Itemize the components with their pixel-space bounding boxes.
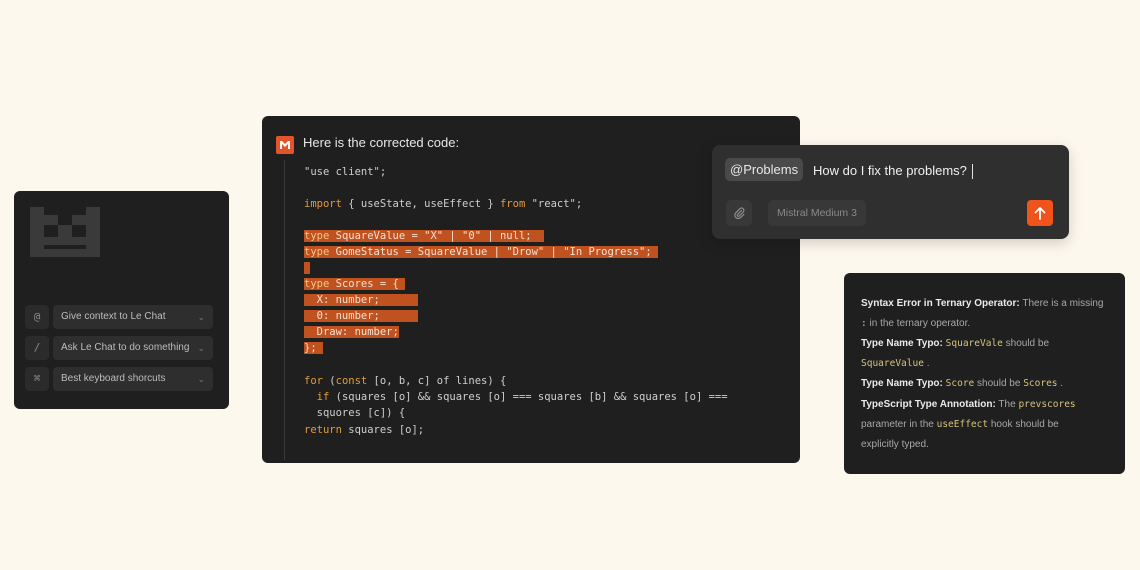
chevron-down-icon: ⌄ xyxy=(197,374,205,384)
code-line: "use client"; xyxy=(304,166,387,178)
slash-icon: / xyxy=(25,336,49,360)
chat-input-box[interactable]: @Problems How do I fix the problems? Mis… xyxy=(712,145,1069,239)
problem-item-cont: : in the ternary operator. xyxy=(861,318,971,329)
problem-item: Type Name Typo: Score should be Scores . xyxy=(861,378,1064,389)
problems-panel: Syntax Error in Ternary Operator: There … xyxy=(844,273,1125,474)
mistral-logo-icon xyxy=(276,136,294,154)
code-line: if (squares [o] && squares [o] === squar… xyxy=(304,391,728,403)
code-line-highlighted xyxy=(304,261,311,275)
code-line: import { useState, useEffect } from "rea… xyxy=(304,198,583,210)
shortcut-row-keyboard[interactable]: ⌘ Best keyboard shorcuts ⌄ xyxy=(25,367,215,391)
code-line-highlighted: Draw: number; xyxy=(304,326,399,338)
code-line: for (const [o, b, c] of lines) { xyxy=(304,375,507,387)
code-line-highlighted: type GomeStatus = SquareValue | "Drow" |… xyxy=(304,245,659,259)
shortcut-label: Ask Le Chat to do something xyxy=(61,342,190,353)
problem-item: TypeScript Type Annotation: The prevscor… xyxy=(861,399,1076,410)
problem-item: Type Name Typo: SquareVale should be xyxy=(861,338,1050,349)
shortcuts-panel: @ Give context to Le Chat ⌄ / Ask Le Chat… xyxy=(14,191,229,409)
problem-item: Syntax Error in Ternary Operator: There … xyxy=(861,298,1104,309)
chevron-down-icon: ⌄ xyxy=(197,312,205,322)
model-selector[interactable]: Mistral Medium 3 xyxy=(768,200,866,226)
shortcut-row-context[interactable]: @ Give context to Le Chat ⌄ xyxy=(25,305,215,329)
code-line-highlighted: X: number; xyxy=(304,293,418,307)
code-line: return squares [o]; xyxy=(304,424,425,436)
shortcut-label: Best keyboard shorcuts xyxy=(61,373,166,384)
mistral-logo-icon xyxy=(30,207,100,257)
problem-item-cont: parameter in the useEffect hook should b… xyxy=(861,419,1059,430)
keyboard-icon: ⌘ xyxy=(25,367,49,391)
paperclip-icon xyxy=(734,207,745,220)
prompt-text: How do I fix the problems? xyxy=(813,163,967,178)
code-line-highlighted: }; xyxy=(304,341,323,355)
mention-chip[interactable]: @Problems xyxy=(725,158,804,181)
keyboard-shortcuts-button[interactable]: Best keyboard shorcuts ⌄ xyxy=(53,367,213,391)
code-line: squores [c]) { xyxy=(304,407,406,419)
code-divider xyxy=(284,160,285,460)
code-line-highlighted: 0: number; xyxy=(304,309,418,323)
code-line-highlighted: type Scores = { xyxy=(304,277,406,291)
response-header: Here is the corrected code: xyxy=(303,135,460,150)
arrow-up-icon xyxy=(1034,207,1046,220)
problem-item-cont: SquareValue . xyxy=(861,358,930,369)
code-line-highlighted: type SquareValue = "X" | "0" | null; xyxy=(304,229,545,243)
at-icon: @ xyxy=(25,305,49,329)
shortcut-row-ask[interactable]: / Ask Le Chat to do something ⌄ xyxy=(25,336,215,360)
give-context-button[interactable]: Give context to Le Chat ⌄ xyxy=(53,305,213,329)
shortcut-label: Give context to Le Chat xyxy=(61,311,166,322)
send-button[interactable] xyxy=(1027,200,1053,226)
ask-le-chat-button[interactable]: Ask Le Chat to do something ⌄ xyxy=(53,336,213,360)
chevron-down-icon: ⌄ xyxy=(197,343,205,353)
prompt-input[interactable]: How do I fix the problems? xyxy=(813,163,973,180)
problem-item-cont: explicitly typed. xyxy=(861,439,929,450)
text-caret xyxy=(971,164,973,180)
attach-button[interactable] xyxy=(726,200,752,226)
